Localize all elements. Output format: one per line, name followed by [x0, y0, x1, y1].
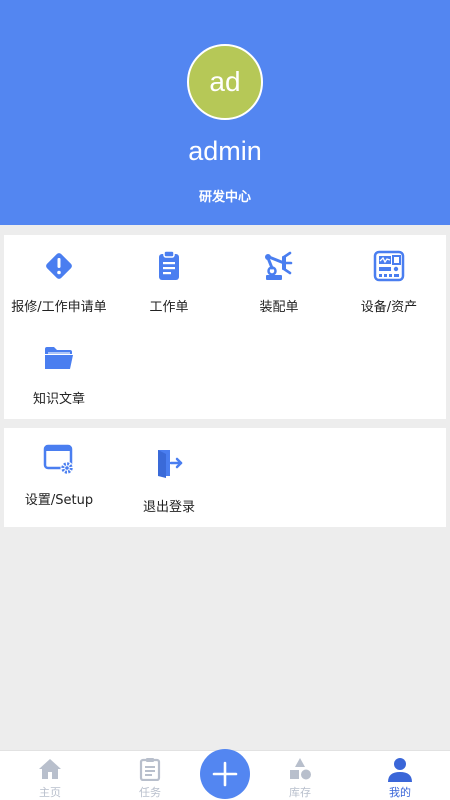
menu-item-label: 知识文章 [32, 392, 85, 407]
user-icon [355, 757, 445, 783]
warning-diamond-icon [4, 249, 114, 283]
menu-item-label: 设备/资产 [360, 300, 418, 315]
menu-item-label: 装配单 [259, 300, 299, 315]
menu-item-work-order[interactable]: 工作单 [114, 249, 224, 329]
menu-item-label: 报修/工作申请单 [11, 300, 107, 315]
menu-item-settings[interactable]: 设置/Setup [4, 442, 114, 522]
main-menu-card: 报修/工作申请单 工作单 装配单 设备/资产 知识文章 [4, 235, 446, 419]
clipboard-icon [114, 249, 224, 283]
folder-open-icon [4, 341, 114, 375]
tab-label: 我的 [389, 786, 411, 799]
plus-icon [212, 761, 238, 787]
tab-label: 任务 [139, 786, 161, 799]
device-panel-icon [334, 249, 444, 283]
tab-inventory[interactable]: 库存 [255, 751, 345, 800]
department-label: 研发中心 [198, 190, 251, 205]
clipboard-icon [105, 757, 195, 781]
menu-item-label: 设置/Setup [24, 493, 94, 508]
profile-header: ad admin 研发中心 [0, 0, 450, 225]
settings-card: 设置/Setup 退出登录 [4, 428, 446, 527]
menu-item-assembly-order[interactable]: 装配单 [224, 249, 334, 329]
avatar[interactable]: ad [187, 44, 263, 120]
window-gear-icon [4, 442, 114, 476]
menu-item-repair-request[interactable]: 报修/工作申请单 [4, 249, 114, 329]
tab-label: 库存 [289, 786, 311, 799]
tab-tasks[interactable]: 任务 [105, 751, 195, 800]
tab-mine[interactable]: 我的 [355, 751, 445, 800]
add-button[interactable] [200, 749, 250, 799]
menu-item-label: 退出登录 [142, 500, 195, 515]
menu-item-label: 工作单 [149, 300, 189, 315]
username: admin [188, 136, 262, 166]
home-icon [5, 757, 95, 781]
tab-label: 主页 [39, 786, 61, 799]
shapes-icon [255, 757, 345, 781]
menu-item-knowledge-articles[interactable]: 知识文章 [4, 341, 114, 421]
tab-home[interactable]: 主页 [5, 751, 95, 800]
logout-door-icon [114, 446, 224, 480]
menu-item-equipment-assets[interactable]: 设备/资产 [334, 249, 444, 329]
robot-arm-icon [224, 249, 334, 283]
menu-item-logout[interactable]: 退出登录 [114, 446, 224, 526]
